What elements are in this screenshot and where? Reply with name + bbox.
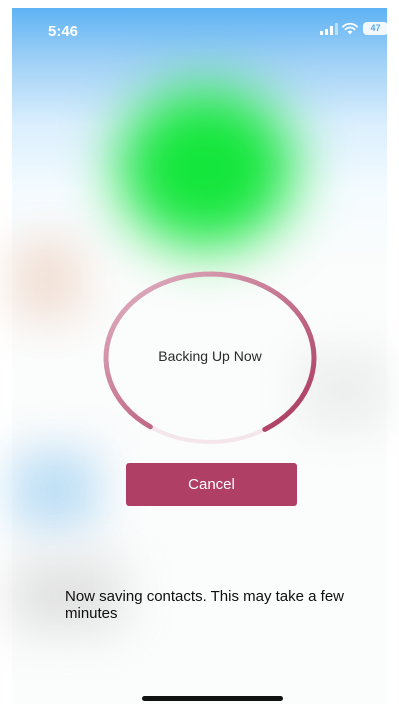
cancel-button[interactable]: Cancel xyxy=(126,463,297,506)
home-indicator[interactable] xyxy=(142,696,283,701)
blurred-shape xyxy=(12,240,82,320)
status-bar: 5:46 47 xyxy=(12,8,388,52)
wifi-icon xyxy=(342,22,358,35)
status-time: 5:46 xyxy=(48,23,79,40)
blurred-green-blob xyxy=(118,88,294,248)
cellular-signal-icon xyxy=(320,23,338,35)
battery-icon: 47 xyxy=(363,22,388,35)
backup-screen: 5:46 47 Backing Up Now Cancel Now saving… xyxy=(0,0,399,704)
progress-message: Now saving contacts. This may take a few… xyxy=(65,588,345,622)
battery-level: 47 xyxy=(370,23,381,33)
backup-status-label: Backing Up Now xyxy=(158,348,262,364)
blurred-shape xyxy=(12,450,97,530)
